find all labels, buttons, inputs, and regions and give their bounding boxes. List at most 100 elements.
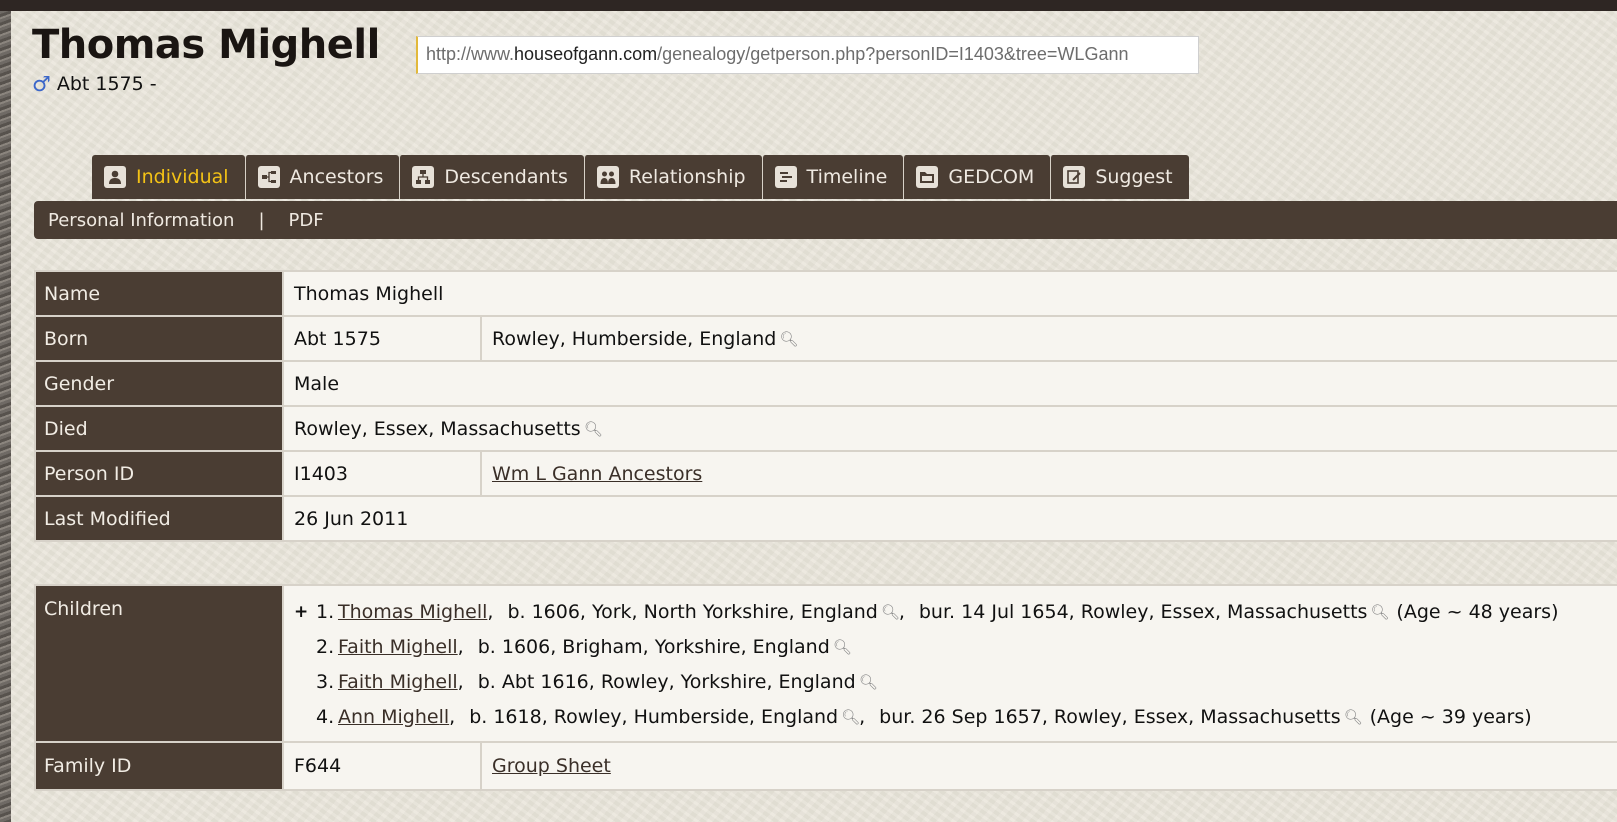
child-number: 4. bbox=[316, 705, 335, 728]
table-row: Person ID I1403 Wm L Gann Ancestors bbox=[36, 452, 1617, 495]
tree-link-cell: Wm L Gann Ancestors bbox=[482, 452, 1617, 495]
search-icon[interactable]: 🔍︎ bbox=[859, 673, 878, 691]
child-name-link[interactable]: Faith Mighell bbox=[338, 636, 458, 658]
group-sheet-cell: Group Sheet bbox=[482, 743, 1617, 789]
search-icon[interactable]: 🔍︎ bbox=[584, 420, 603, 438]
child-name-link[interactable]: Thomas Mighell bbox=[338, 601, 487, 623]
tab-label: Suggest bbox=[1095, 166, 1173, 188]
child-name-link[interactable]: Ann Mighell bbox=[338, 706, 449, 728]
descendants-tree-icon bbox=[412, 166, 435, 188]
last-modified-value: 26 Jun 2011 bbox=[284, 497, 1617, 540]
tab-relationship[interactable]: Relationship bbox=[583, 155, 762, 199]
gender-value: Male bbox=[284, 362, 1617, 405]
personal-information-link[interactable]: Personal Information bbox=[48, 210, 234, 231]
left-border-texture bbox=[0, 11, 11, 822]
list-item: 3. Faith Mighell, b. Abt 1616, Rowley, Y… bbox=[294, 664, 1607, 699]
table-row: Gender Male bbox=[36, 362, 1617, 405]
sub-navigation: Personal Information | PDF bbox=[34, 201, 1617, 239]
child-sep: , bbox=[898, 600, 905, 623]
search-icon[interactable]: 🔍︎ bbox=[779, 330, 798, 348]
person-id-value: I1403 bbox=[284, 452, 480, 495]
row-label: Gender bbox=[36, 362, 282, 405]
child-name-link[interactable]: Faith Mighell bbox=[338, 671, 458, 693]
tab-label: Individual bbox=[136, 166, 229, 188]
table-row: Family ID F644 Group Sheet bbox=[36, 743, 1617, 789]
edit-note-icon bbox=[1063, 166, 1086, 188]
url-path: /genealogy/getperson.php?personID=I1403&… bbox=[657, 44, 1129, 64]
table-row: Last Modified 26 Jun 2011 bbox=[36, 497, 1617, 540]
table-row: Died Rowley, Essex, Massachusetts 🔍︎ bbox=[36, 407, 1617, 450]
table-row: Name Thomas Mighell bbox=[36, 272, 1617, 315]
tab-suggest[interactable]: Suggest bbox=[1050, 155, 1189, 199]
table-row: Children + 1. Thomas Mighell, b. 1606, Y… bbox=[36, 586, 1617, 741]
window-top-bar bbox=[0, 0, 1617, 11]
died-place: Rowley, Essex, Massachusetts bbox=[294, 417, 581, 440]
family-id-value: F644 bbox=[284, 743, 480, 789]
row-label: Name bbox=[36, 272, 282, 315]
child-sep: , bbox=[457, 670, 464, 693]
child-sep: , bbox=[859, 705, 866, 728]
tab-label: Timeline bbox=[806, 166, 888, 188]
tree-link[interactable]: Wm L Gann Ancestors bbox=[492, 463, 702, 485]
tab-label: Ancestors bbox=[289, 166, 384, 188]
group-sheet-link[interactable]: Group Sheet bbox=[492, 755, 611, 777]
child-number: 1. bbox=[316, 600, 335, 623]
children-list: + 1. Thomas Mighell, b. 1606, York, Nort… bbox=[284, 586, 1617, 741]
row-label: Family ID bbox=[36, 743, 282, 789]
child-burial: bur. 26 Sep 1657, Rowley, Essex, Massach… bbox=[879, 705, 1341, 728]
tab-timeline[interactable]: Timeline bbox=[761, 155, 904, 199]
died-place-cell: Rowley, Essex, Massachusetts 🔍︎ bbox=[284, 407, 1617, 450]
row-label: Born bbox=[36, 317, 282, 360]
search-icon[interactable]: 🔍︎ bbox=[1344, 708, 1363, 726]
ancestors-tree-icon bbox=[257, 166, 280, 188]
child-birth: b. 1618, Rowley, Humberside, England bbox=[469, 705, 839, 728]
child-number: 2. bbox=[316, 635, 335, 658]
born-place: Rowley, Humberside, England bbox=[492, 327, 777, 350]
tab-label: Relationship bbox=[628, 166, 746, 188]
timeline-icon bbox=[774, 166, 797, 188]
tab-gedcom[interactable]: GEDCOM bbox=[903, 155, 1051, 199]
tab-ancestors[interactable]: Ancestors bbox=[244, 155, 400, 199]
url-prefix: http://www. bbox=[426, 44, 515, 64]
born-place-cell: Rowley, Humberside, England 🔍︎ bbox=[482, 317, 1617, 360]
row-label: Children bbox=[36, 586, 282, 741]
child-birth: b. 1606, Brigham, Yorkshire, England bbox=[477, 635, 830, 658]
child-number: 3. bbox=[316, 670, 335, 693]
child-burial: bur. 14 Jul 1654, Rowley, Essex, Massach… bbox=[918, 600, 1368, 623]
child-birth: b. Abt 1616, Rowley, Yorkshire, England bbox=[477, 670, 856, 693]
child-sep: , bbox=[487, 600, 494, 623]
expand-plus-icon[interactable]: + bbox=[294, 602, 316, 622]
search-icon[interactable]: 🔍︎ bbox=[1370, 603, 1389, 621]
folder-icon bbox=[916, 166, 939, 188]
search-icon[interactable]: 🔍︎ bbox=[841, 708, 860, 726]
person-icon bbox=[104, 166, 126, 188]
lifespan-line: ♂ Abt 1575 - bbox=[32, 73, 157, 95]
url-bar[interactable]: http://www.houseofgann.com/genealogy/get… bbox=[416, 36, 1199, 74]
row-label: Died bbox=[36, 407, 282, 450]
search-icon[interactable]: 🔍︎ bbox=[881, 603, 900, 621]
table-row: Born Abt 1575 Rowley, Humberside, Englan… bbox=[36, 317, 1617, 360]
tab-label: Descendants bbox=[444, 166, 568, 188]
list-item: 2. Faith Mighell, b. 1606, Brigham, York… bbox=[294, 629, 1607, 664]
born-date: Abt 1575 bbox=[284, 317, 480, 360]
child-age: (Age ~ 39 years) bbox=[1369, 705, 1532, 728]
tab-label: GEDCOM bbox=[948, 166, 1035, 188]
relationship-icon bbox=[596, 166, 619, 188]
tab-descendants[interactable]: Descendants bbox=[399, 155, 584, 199]
child-sep: , bbox=[457, 635, 464, 658]
family-table: Children + 1. Thomas Mighell, b. 1606, Y… bbox=[34, 584, 1617, 791]
pdf-link[interactable]: PDF bbox=[289, 210, 324, 231]
name-value: Thomas Mighell bbox=[284, 272, 1617, 315]
url-host: houseofgann.com bbox=[514, 44, 658, 64]
page-title: Thomas Mighell bbox=[32, 22, 380, 68]
row-label: Last Modified bbox=[36, 497, 282, 540]
lifespan-text: Abt 1575 - bbox=[56, 73, 157, 95]
list-item: + 1. Thomas Mighell, b. 1606, York, Nort… bbox=[294, 594, 1607, 629]
tab-individual[interactable]: Individual bbox=[92, 155, 245, 199]
personal-info-table: Name Thomas Mighell Born Abt 1575 Rowley… bbox=[34, 270, 1617, 542]
male-icon: ♂ bbox=[32, 71, 51, 96]
tab-bar: Individual Ancestors Descendants Relatio… bbox=[92, 155, 1189, 199]
search-icon[interactable]: 🔍︎ bbox=[833, 638, 852, 656]
child-birth: b. 1606, York, North Yorkshire, England bbox=[507, 600, 878, 623]
child-sep: , bbox=[449, 705, 456, 728]
